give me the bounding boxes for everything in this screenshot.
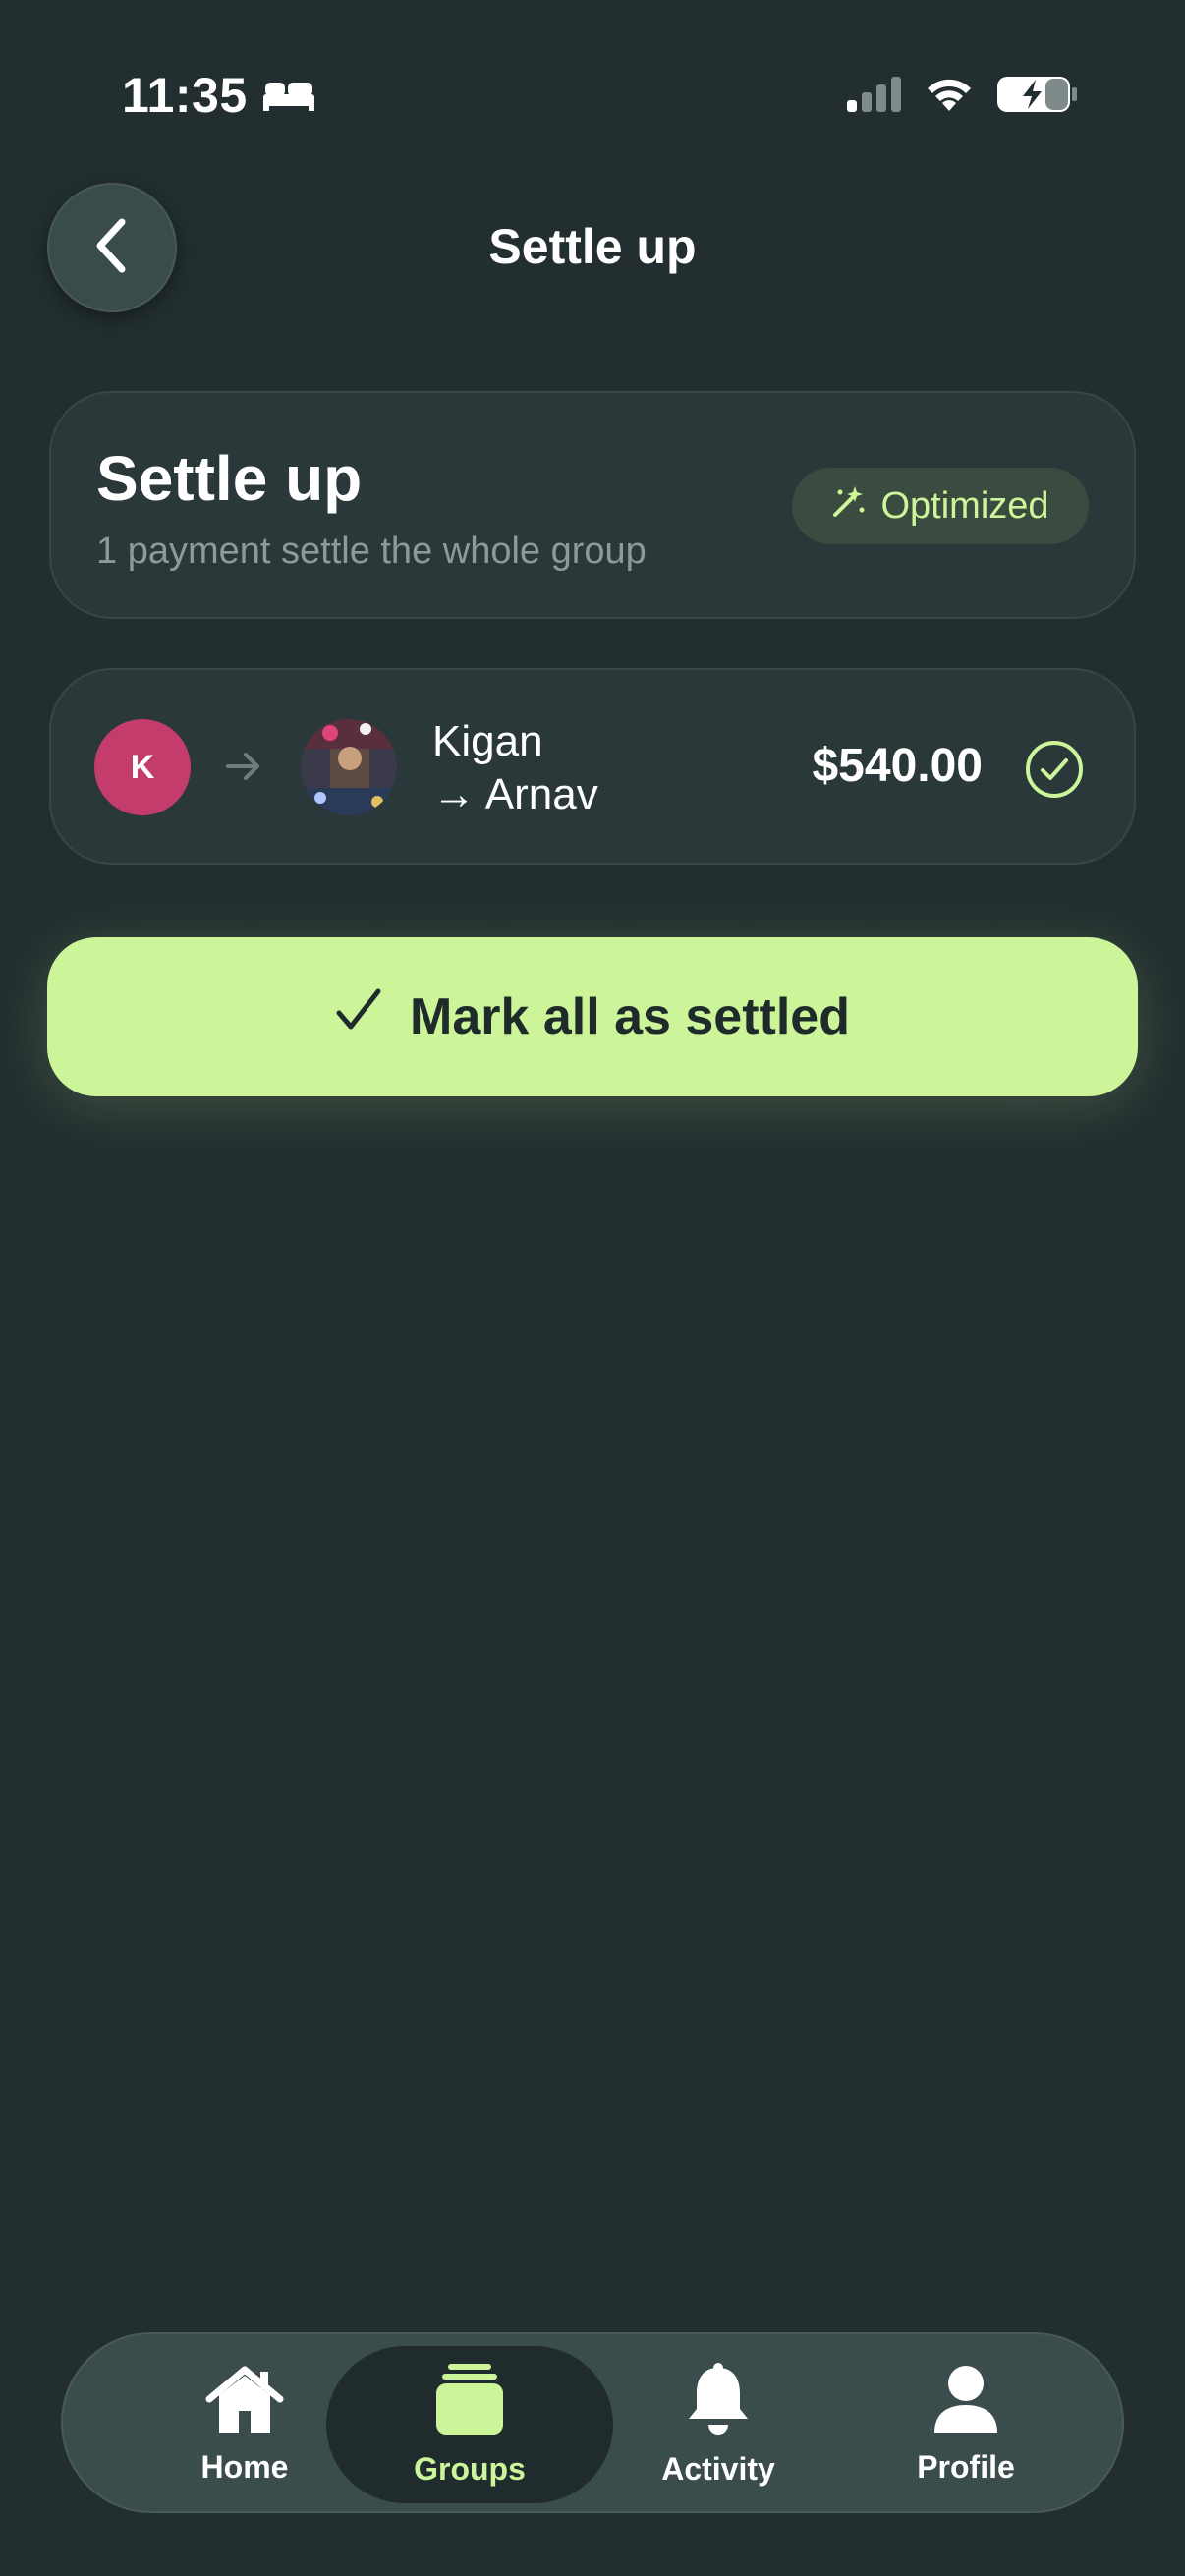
checkmark-icon xyxy=(335,987,382,1047)
avatar: K xyxy=(94,719,191,815)
payment-amount: $540.00 xyxy=(812,740,983,792)
payment-names: Kigan → Arnav xyxy=(432,715,598,821)
tab-bar: Home Groups Activity Profile xyxy=(61,2332,1124,2513)
battery-charging-icon xyxy=(996,75,1079,119)
profile-icon xyxy=(931,2364,1001,2439)
bed-icon xyxy=(261,67,316,124)
home-icon xyxy=(203,2364,286,2439)
check-circle-icon[interactable] xyxy=(1024,739,1085,800)
mark-all-settled-button[interactable]: Mark all as settled xyxy=(47,937,1138,1096)
status-time: 11:35 xyxy=(122,67,316,124)
summary-title: Settle up xyxy=(96,443,363,514)
tab-home-label: Home xyxy=(200,2449,289,2485)
wifi-icon xyxy=(924,76,975,118)
payee-name: → Arnav xyxy=(432,770,598,818)
mark-all-settled-label: Mark all as settled xyxy=(410,988,850,1045)
page-title: Settle up xyxy=(488,219,697,274)
tab-activity-label: Activity xyxy=(661,2451,775,2487)
payment-row[interactable]: K Kigan → Arnav $540.00 xyxy=(49,668,1136,865)
payer-name: Kigan xyxy=(432,717,543,765)
settle-up-screen: 11:35 Settle up Settle up 1 payment sett… xyxy=(0,0,1185,2576)
optimized-badge-label: Optimized xyxy=(880,484,1049,527)
tab-groups-label: Groups xyxy=(414,2451,526,2487)
optimized-badge: Optimized xyxy=(792,468,1089,544)
magic-wand-icon xyxy=(831,483,867,529)
tab-profile[interactable]: Profile xyxy=(843,2334,1089,2515)
status-icons xyxy=(845,75,1079,119)
tab-profile-label: Profile xyxy=(917,2449,1015,2485)
settle-summary-card: Settle up 1 payment settle the whole gro… xyxy=(49,391,1136,619)
status-time-text: 11:35 xyxy=(122,68,248,123)
signal-icon xyxy=(845,77,902,117)
groups-icon xyxy=(432,2362,507,2441)
tab-groups[interactable]: Groups xyxy=(326,2346,613,2503)
bell-icon xyxy=(683,2362,754,2441)
arrow-right-icon xyxy=(224,747,263,791)
avatar-photo xyxy=(301,719,397,815)
summary-subtitle: 1 payment settle the whole group xyxy=(96,531,647,572)
tab-activity[interactable]: Activity xyxy=(595,2334,841,2515)
